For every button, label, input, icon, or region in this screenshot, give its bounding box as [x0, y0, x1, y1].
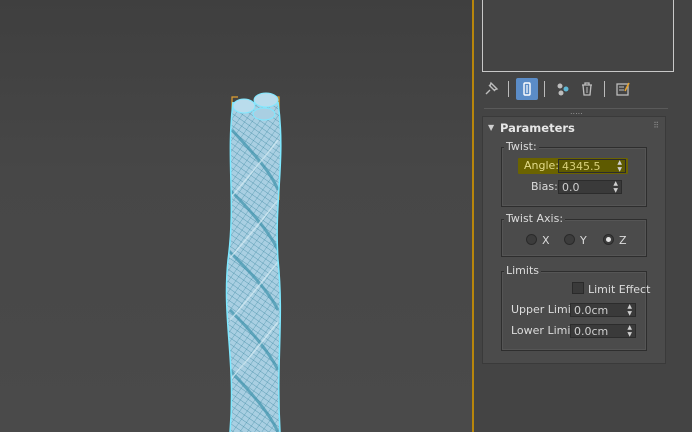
toolbar-separator [604, 81, 605, 97]
configure-sets-icon [616, 82, 630, 96]
pin-stack-icon [485, 81, 499, 95]
make-unique-icon [557, 83, 569, 96]
upper-limit-label: Upper Limit: [511, 303, 579, 316]
twist-axis-group-label: Twist Axis: [504, 212, 566, 225]
make-unique-button[interactable] [552, 78, 574, 100]
spinner-arrows-icon[interactable]: ▲ ▼ [613, 180, 618, 194]
rollout-collapse-icon[interactable]: ▼ [488, 123, 494, 132]
bias-label: Bias: [531, 180, 558, 193]
axis-x-label[interactable]: X [542, 234, 550, 247]
bias-value: 0.0 [562, 181, 580, 194]
lower-limit-label: Lower Limit: [511, 324, 579, 337]
remove-modifier-button[interactable] [576, 78, 598, 100]
modifier-stack-list[interactable] [482, 0, 674, 72]
twist-group: Twist: Angle: 4345.5 ▲ ▼ Bias: 0.0 ▲ ▼ [501, 140, 647, 207]
twist-group-label: Twist: [504, 140, 539, 153]
limit-effect-checkbox[interactable] [572, 282, 584, 294]
pin-stack-button[interactable] [480, 78, 502, 100]
angle-spinner[interactable]: 4345.5 ▲ ▼ [558, 159, 626, 173]
angle-label: Angle: [524, 159, 560, 172]
resize-grip-icon[interactable]: ..... [570, 107, 583, 116]
angle-value: 4345.5 [562, 160, 601, 173]
limit-effect-label[interactable]: Limit Effect [588, 283, 650, 296]
axis-y-radio[interactable] [564, 234, 575, 245]
show-end-result-icon [523, 82, 531, 96]
upper-limit-value: 0.0cm [574, 304, 609, 317]
axis-x-radio[interactable] [526, 234, 537, 245]
axis-z-label[interactable]: Z [619, 234, 627, 247]
lower-limit-value: 0.0cm [574, 325, 609, 338]
toolbar-separator [508, 81, 509, 97]
lower-limit-spinner[interactable]: 0.0cm ▲ ▼ [570, 324, 636, 338]
modifier-stack-toolbar [480, 78, 670, 100]
viewport[interactable] [0, 0, 472, 432]
spinner-arrows-icon[interactable]: ▲ ▼ [627, 303, 632, 317]
twisted-object-wireframe[interactable] [0, 0, 472, 432]
spinner-arrows-icon[interactable]: ▲ ▼ [617, 159, 622, 173]
remove-modifier-icon [582, 82, 592, 96]
modify-panel: ..... ▼ Parameters ⠿ Twist: Angle: 4345.… [474, 0, 692, 432]
upper-limit-spinner[interactable]: 0.0cm ▲ ▼ [570, 303, 636, 317]
twist-axis-group: Twist Axis: X Y Z [501, 212, 647, 257]
limits-group-label: Limits [504, 264, 541, 277]
axis-z-radio[interactable] [603, 234, 614, 245]
show-end-result-button[interactable] [516, 78, 538, 100]
parameters-rollout: ▼ Parameters ⠿ Twist: Angle: 4345.5 ▲ ▼ B… [482, 116, 666, 364]
toolbar-separator [544, 81, 545, 97]
configure-sets-button[interactable] [612, 78, 634, 100]
bias-spinner[interactable]: 0.0 ▲ ▼ [558, 180, 622, 194]
rollout-grip-icon[interactable]: ⠿ [653, 121, 659, 130]
axis-y-label[interactable]: Y [580, 234, 587, 247]
rollout-title[interactable]: Parameters [500, 121, 575, 135]
spinner-arrows-icon[interactable]: ▲ ▼ [627, 324, 632, 338]
limits-group: Limits Limit Effect Upper Limit: 0.0cm ▲… [501, 264, 650, 351]
